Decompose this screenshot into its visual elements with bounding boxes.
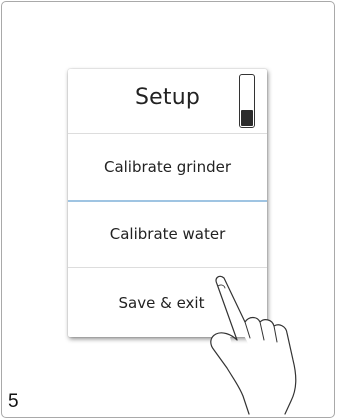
menu-item-label: Calibrate water — [109, 225, 226, 243]
illustration-frame: Setup Calibrate grinder Calibrate water … — [1, 1, 335, 418]
menu-header: Setup — [68, 69, 267, 133]
pointing-hand-icon — [210, 275, 297, 415]
menu-title: Setup — [134, 85, 201, 110]
menu-item-calibrate-grinder[interactable]: Calibrate grinder — [68, 134, 267, 200]
menu-item-label: Calibrate grinder — [103, 158, 232, 176]
page-number: 5 — [8, 391, 19, 412]
menu-item-calibrate-water[interactable]: Calibrate water — [68, 201, 267, 267]
scrollbar-thumb[interactable] — [241, 110, 253, 126]
scrollbar-indicator[interactable] — [239, 74, 255, 128]
